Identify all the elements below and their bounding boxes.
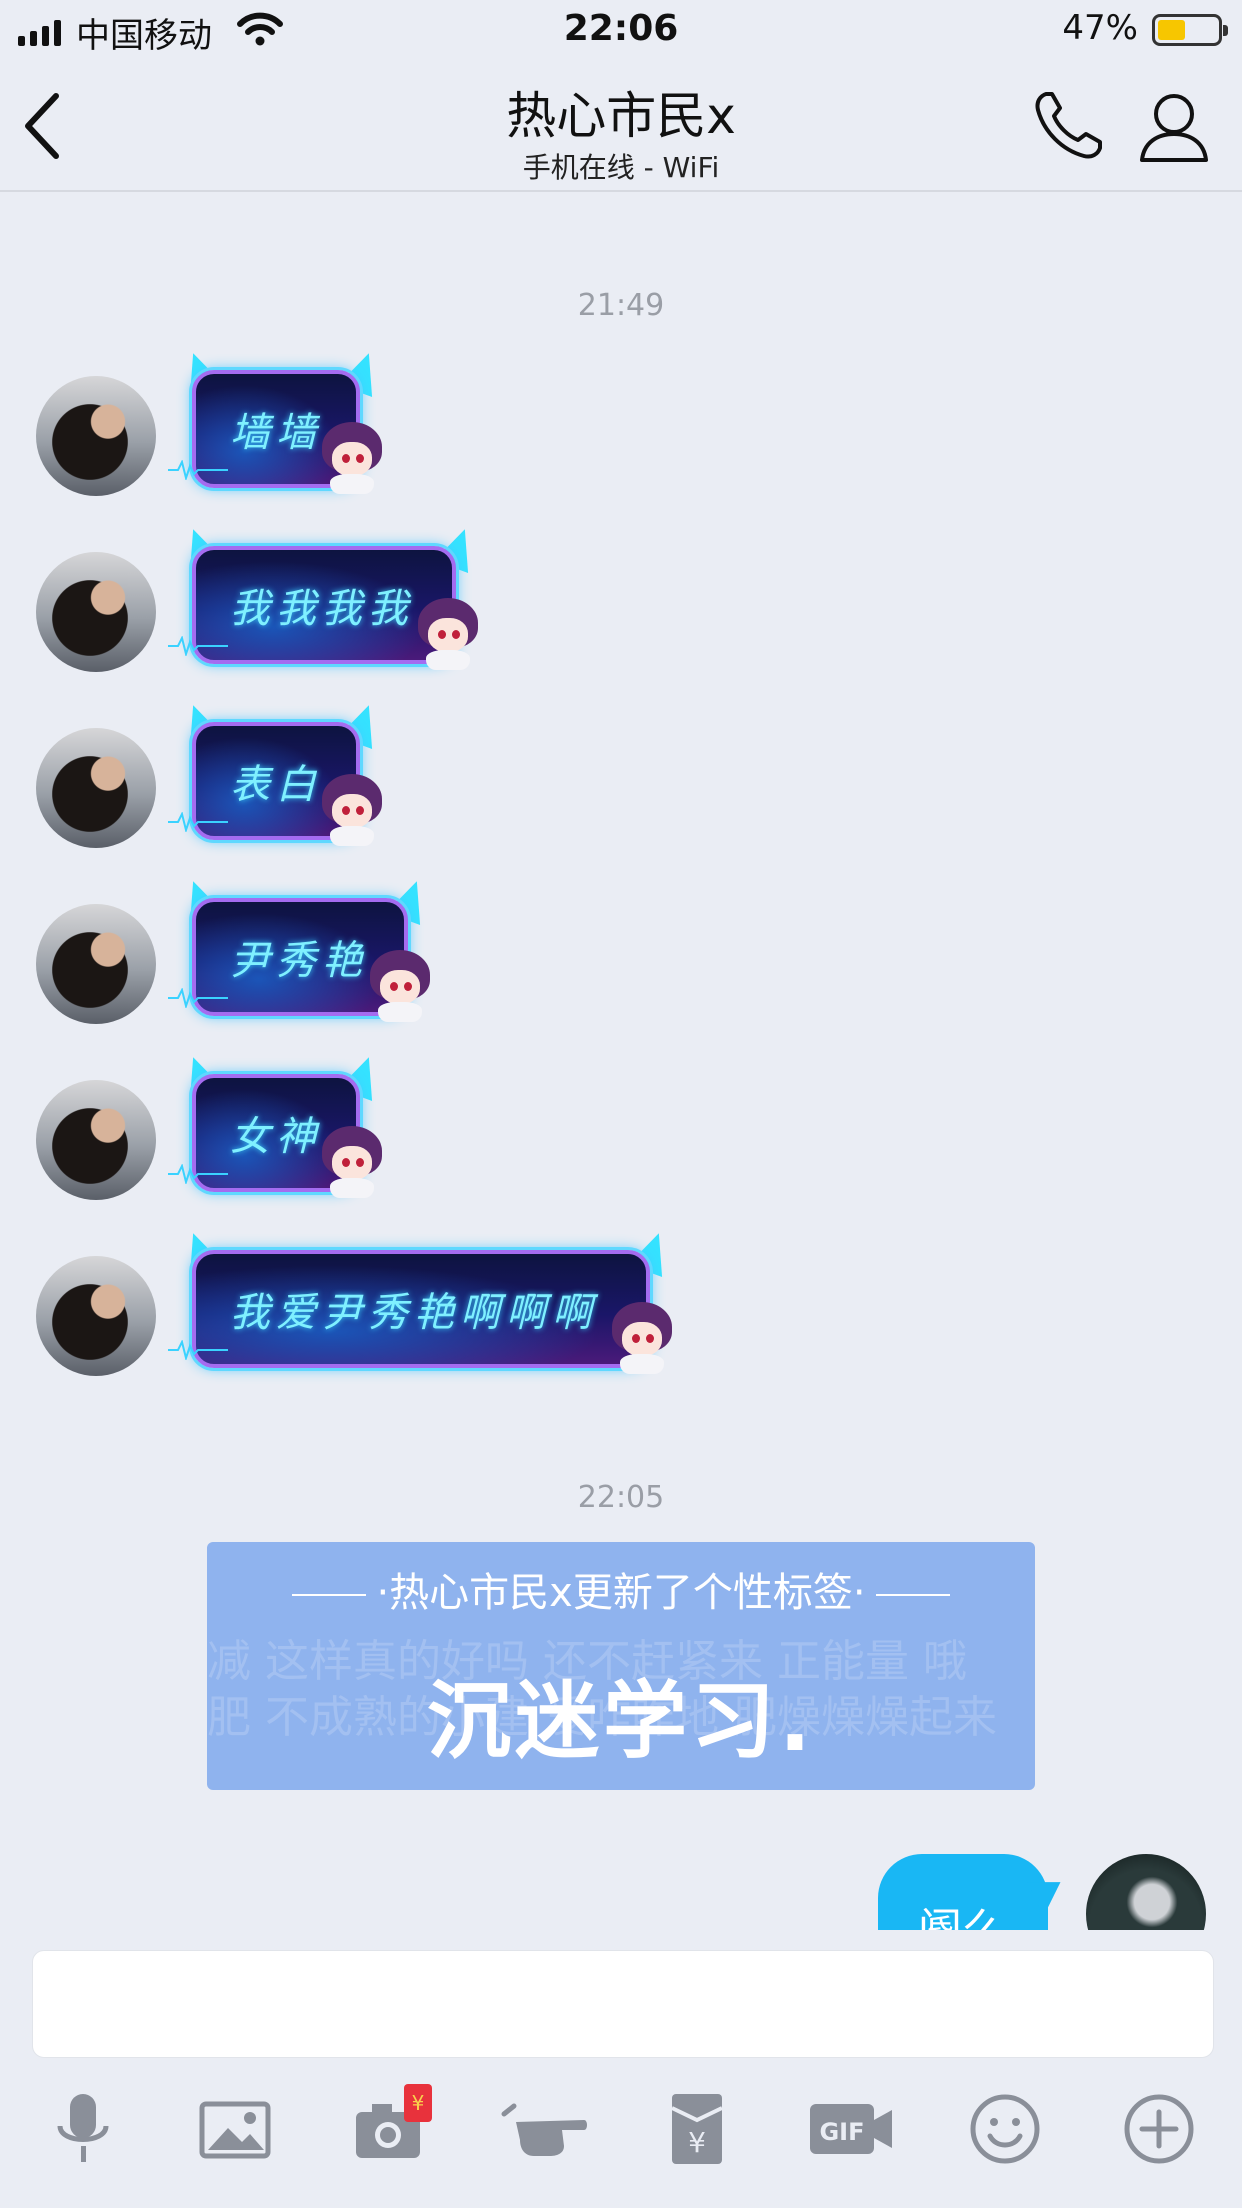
message-bubble[interactable]: 墙墙 xyxy=(168,347,388,494)
message-bubble[interactable]: 我我我我 xyxy=(168,523,484,670)
signature-text: 沉迷学习. xyxy=(427,1672,815,1770)
image-icon[interactable] xyxy=(190,2084,280,2174)
timestamp: 21:49 xyxy=(577,288,665,323)
plus-icon[interactable] xyxy=(1114,2084,1204,2174)
message-text: 我爱尹秀艳啊啊啊 xyxy=(230,1290,598,1336)
signature-update-card[interactable]: ·热心市民x更新了个性标签· 减 这样真的好吗 还不赶紧来 正能量 哦 肥 不成… xyxy=(207,1542,1035,1790)
message-text: 尹秀艳 xyxy=(230,938,368,984)
message-text: 我我我我 xyxy=(230,586,414,632)
sticker-character xyxy=(606,1296,678,1374)
message-bubble[interactable]: 尹秀艳 xyxy=(168,875,436,1022)
signature-card-header: ·热心市民x更新了个性标签· xyxy=(207,1560,1035,1618)
svg-text:GIF: GIF xyxy=(819,2118,864,2146)
contact-avatar[interactable] xyxy=(36,904,156,1024)
battery-percent: 47% xyxy=(1062,8,1138,48)
my-avatar[interactable] xyxy=(1086,1854,1206,1930)
message-text: 阍么 xyxy=(918,1894,1006,1930)
contact-avatar[interactable] xyxy=(36,1080,156,1200)
message-text: 墙墙 xyxy=(230,410,322,456)
poke-icon[interactable] xyxy=(500,2084,590,2174)
message-bubble[interactable]: 我爱尹秀艳啊啊啊 xyxy=(168,1227,678,1374)
gif-icon[interactable]: GIF xyxy=(806,2084,896,2174)
status-bar: 中国移动 22:06 47% xyxy=(0,0,1242,62)
svg-text:¥: ¥ xyxy=(688,2126,706,2159)
message-input[interactable] xyxy=(32,1950,1214,2058)
camera-icon[interactable]: ¥ xyxy=(346,2084,436,2174)
message-bubble[interactable]: 女神 xyxy=(168,1051,388,1198)
nav-bar: 热心市民x 手机在线 - WiFi xyxy=(0,62,1242,192)
red-packet-badge: ¥ xyxy=(404,2084,432,2122)
sticker-character xyxy=(316,416,388,494)
signature-card-title: 热心市民x更新了个性标签 xyxy=(389,1570,853,1616)
timestamp: 22:05 xyxy=(577,1480,665,1515)
outgoing-message-bubble[interactable]: 阍么 xyxy=(878,1854,1071,1930)
message-bubble[interactable]: 表白 xyxy=(168,699,388,846)
sticker-character xyxy=(316,1120,388,1198)
sticker-character xyxy=(364,944,436,1022)
sticker-character xyxy=(412,592,484,670)
phone-icon[interactable] xyxy=(1028,86,1108,166)
message-text: 女神 xyxy=(230,1114,322,1160)
emoji-icon[interactable] xyxy=(960,2084,1050,2174)
chat-area[interactable]: 21:49 墙墙 我我我我 表白 尹秀艳 女神 我爱尹秀艳啊啊啊 22:05 ·… xyxy=(0,192,1242,1930)
contact-avatar[interactable] xyxy=(36,1256,156,1376)
contact-avatar[interactable] xyxy=(36,728,156,848)
contact-avatar[interactable] xyxy=(36,552,156,672)
microphone-icon[interactable] xyxy=(38,2084,128,2174)
contact-avatar[interactable] xyxy=(36,376,156,496)
profile-icon[interactable] xyxy=(1134,86,1214,166)
sticker-character xyxy=(316,768,388,846)
red-packet-icon[interactable]: ¥ xyxy=(652,2084,742,2174)
battery-icon xyxy=(1152,14,1228,46)
message-text: 表白 xyxy=(230,762,322,808)
clock: 22:06 xyxy=(563,8,679,49)
input-toolbar: ¥ ¥ GIF xyxy=(0,2080,1242,2190)
